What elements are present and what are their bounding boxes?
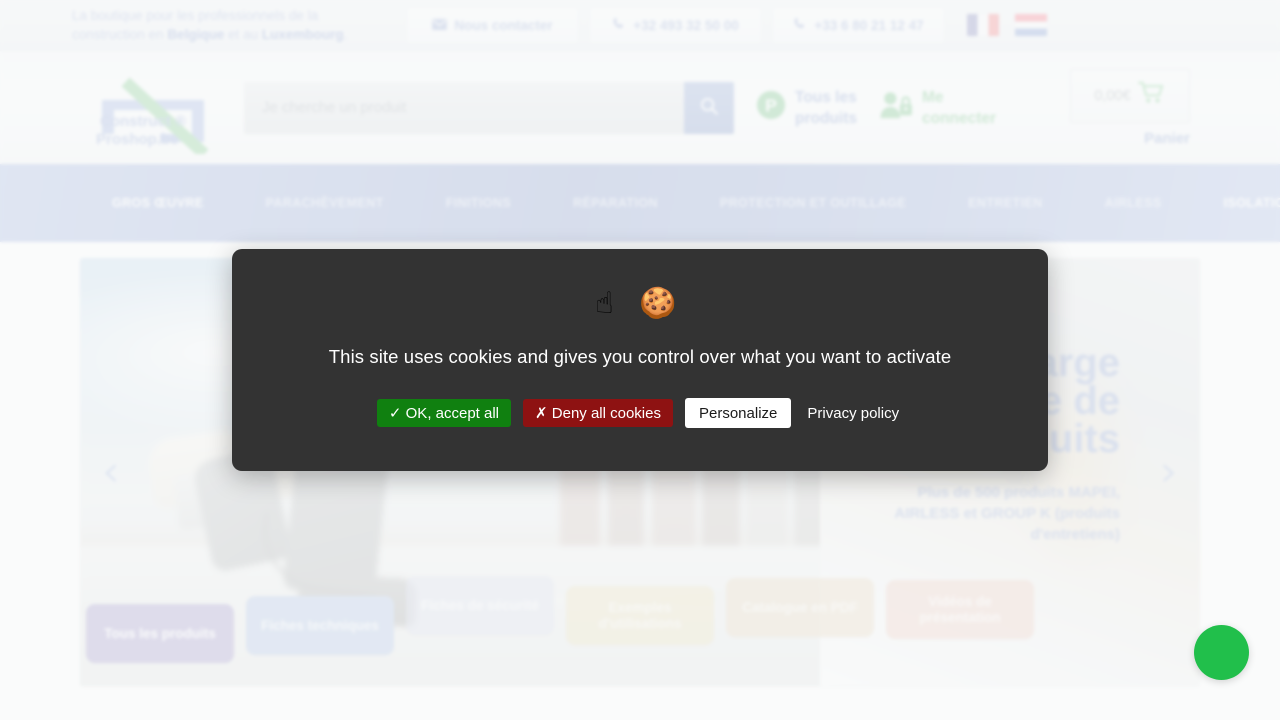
- page-root: La boutique pour les professionnels de l…: [0, 0, 1280, 720]
- whatsapp-chat-icon[interactable]: [1194, 625, 1249, 680]
- cookie-consent-dialog: ☝ 🍪 This site uses cookies and gives you…: [232, 249, 1048, 471]
- cookie-accept-all-button[interactable]: ✓ OK, accept all: [376, 399, 512, 427]
- cookie-emoji-icons: ☝ 🍪: [595, 286, 685, 321]
- cookie-privacy-policy-link[interactable]: Privacy policy: [803, 399, 903, 427]
- cookie-actions: ✓ OK, accept all ✗ Deny all cookies Pers…: [376, 398, 903, 428]
- cookie-deny-all-button[interactable]: ✗ Deny all cookies: [523, 399, 673, 427]
- cookie-personalize-button[interactable]: Personalize: [685, 398, 792, 428]
- cookie-message: This site uses cookies and gives you con…: [328, 346, 952, 367]
